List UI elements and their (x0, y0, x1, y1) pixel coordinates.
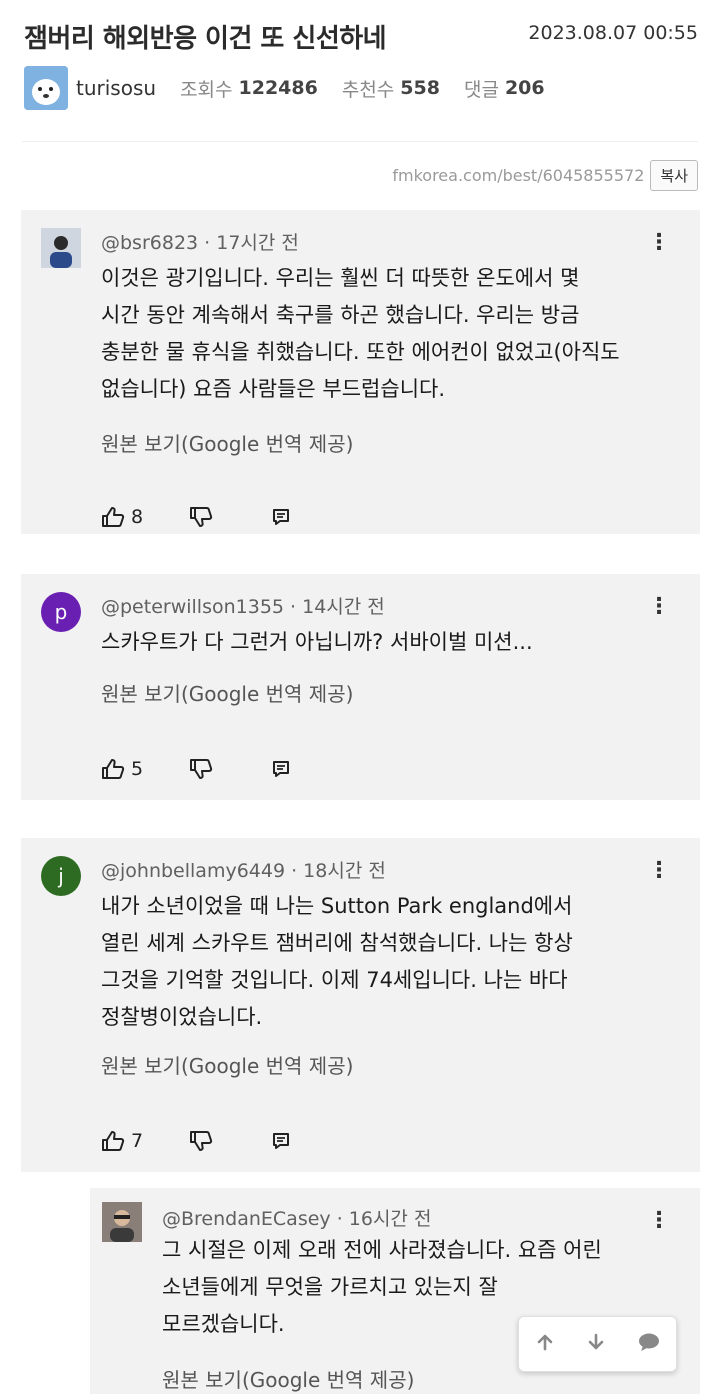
comment-handle[interactable]: @peterwillson1355 · 14시간 전 (101, 592, 385, 619)
like-count: 8 (131, 506, 144, 528)
comment-card: @bsr6823 · 17시간 전 ⋮ 이것은 광기입니다. 우리는 훨씬 더 … (21, 210, 700, 534)
like-button[interactable]: 5 (101, 758, 143, 780)
thumbs-up-icon (102, 759, 125, 779)
comment-actions: 7 (101, 1130, 291, 1152)
post-date: 2023.08.07 00:55 (528, 22, 698, 44)
comment-line: 그것을 기억할 것입니다. 이제 74세입니다. 나는 바다 (101, 968, 568, 992)
comment-line: 충분한 물 휴식을 취했습니다. 또한 에어컨이 없었고(아직도 (101, 340, 620, 364)
comment-line: 내가 소년이었을 때 나는 Sutton Park england에서 (101, 894, 573, 918)
dislike-button[interactable] (189, 506, 213, 528)
dislike-button[interactable] (189, 1130, 213, 1152)
more-options-icon[interactable]: ⋮ (648, 596, 670, 618)
translation-link[interactable]: 원본 보기(Google 번역 제공) (101, 678, 353, 707)
commenter-avatar[interactable] (102, 1202, 142, 1242)
copy-button[interactable]: 복사 (650, 160, 698, 191)
comments-label: 댓글 (463, 78, 499, 101)
comment-text: 내가 소년이었을 때 나는 Sutton Park england에서 열린 세… (101, 888, 671, 1036)
comment-line: 정찰병이었습니다. (101, 1005, 263, 1029)
arrow-down-icon (589, 1333, 604, 1350)
comment-handle[interactable]: @bsr6823 · 17시간 전 (101, 228, 299, 255)
like-button[interactable]: 8 (101, 506, 143, 528)
person-avatar-icon (102, 1202, 142, 1242)
comment-text: 스카우트가 다 그런거 아닙니까? 서바이벌 미션... (101, 624, 671, 661)
comment-card: p @peterwillson1355 · 14시간 전 ⋮ 스카우트가 다 그… (21, 574, 700, 800)
like-count: 7 (131, 1130, 144, 1152)
author-avatar[interactable] (24, 66, 68, 110)
person-avatar-icon (41, 228, 81, 268)
translation-link[interactable]: 원본 보기(Google 번역 제공) (101, 1050, 353, 1079)
comment-actions: 8 (101, 506, 291, 528)
comment-text: 이것은 광기입니다. 우리는 훨씬 더 따뜻한 온도에서 몇 시간 동안 계속해… (101, 260, 671, 408)
comment-handle[interactable]: @BrendanECasey · 16시간 전 (162, 1204, 431, 1231)
scroll-down-button[interactable] (585, 1331, 607, 1357)
more-options-icon[interactable]: ⋮ (648, 232, 670, 254)
comment-line: 열린 세계 스카우트 잼버리에 참석했습니다. 나는 항상 (101, 931, 573, 955)
reply-button[interactable] (271, 759, 291, 779)
comment-line: 그 시절은 이제 오래 전에 사라졌습니다. 요즘 어린 (162, 1238, 602, 1262)
reply-icon (273, 509, 290, 525)
reply-button[interactable] (271, 507, 291, 527)
post-title: 잼버리 해외반응 이건 또 신선하네 (24, 24, 387, 54)
more-options-icon[interactable]: ⋮ (648, 860, 670, 882)
commenter-avatar[interactable]: j (41, 856, 81, 896)
reply-icon (273, 761, 290, 777)
author-name[interactable]: turisosu (76, 76, 156, 100)
like-count: 5 (131, 758, 144, 780)
comments-count: 206 (504, 77, 545, 99)
dislike-button[interactable] (189, 758, 213, 780)
comment-line: 시간 동안 계속해서 축구를 하곤 했습니다. 우리는 방금 (101, 303, 580, 327)
post-url[interactable]: fmkorea.com/best/6045855572 (392, 166, 644, 185)
recommend-count: 558 (400, 77, 440, 99)
thumbs-down-icon (190, 507, 213, 527)
dog-avatar-icon (24, 66, 68, 110)
comment-line: 없습니다) 요즘 사람들은 부드럽습니다. (101, 377, 446, 401)
arrow-up-icon (537, 1334, 553, 1351)
thumbs-down-icon (190, 1131, 213, 1151)
reply-button[interactable] (271, 1131, 291, 1151)
translation-link[interactable]: 원본 보기(Google 번역 제공) (101, 428, 353, 457)
speech-bubble-icon (639, 1333, 660, 1351)
commenter-avatar[interactable]: p (41, 592, 81, 632)
views-count: 122486 (238, 77, 318, 99)
comment-line: 스카우트가 다 그런거 아닙니까? 서바이벌 미션... (101, 630, 533, 654)
thumbs-down-icon (190, 759, 213, 779)
reply-icon (273, 1133, 290, 1149)
views-label: 조회수 (180, 78, 233, 101)
like-button[interactable]: 7 (101, 1130, 143, 1152)
comment-actions: 5 (101, 758, 291, 780)
comment-line: 소년들에게 무엇을 가르치고 있는지 잘 (162, 1275, 498, 1299)
thumbs-up-icon (102, 1131, 125, 1151)
comment-line: 이것은 광기입니다. 우리는 훨씬 더 따뜻한 온도에서 몇 (101, 266, 580, 290)
translation-link[interactable]: 원본 보기(Google 번역 제공) (162, 1364, 414, 1393)
scroll-up-button[interactable] (534, 1331, 556, 1357)
post-meta: turisosu 조회수 122486 추천수 558 댓글 206 (24, 66, 545, 110)
more-options-icon[interactable]: ⋮ (648, 1210, 670, 1232)
url-row: fmkorea.com/best/6045855572 복사 (392, 160, 698, 191)
commenter-avatar[interactable] (41, 228, 81, 268)
comment-handle[interactable]: @johnbellamy6449 · 18시간 전 (101, 856, 386, 883)
divider (22, 141, 698, 142)
comment-card: j @johnbellamy6449 · 18시간 전 ⋮ 내가 소년이었을 때… (21, 838, 700, 1172)
thumbs-up-icon (102, 507, 125, 527)
comments-button[interactable] (637, 1331, 661, 1357)
recommend-label: 추천수 (341, 78, 395, 101)
floating-action-bar (518, 1316, 677, 1372)
